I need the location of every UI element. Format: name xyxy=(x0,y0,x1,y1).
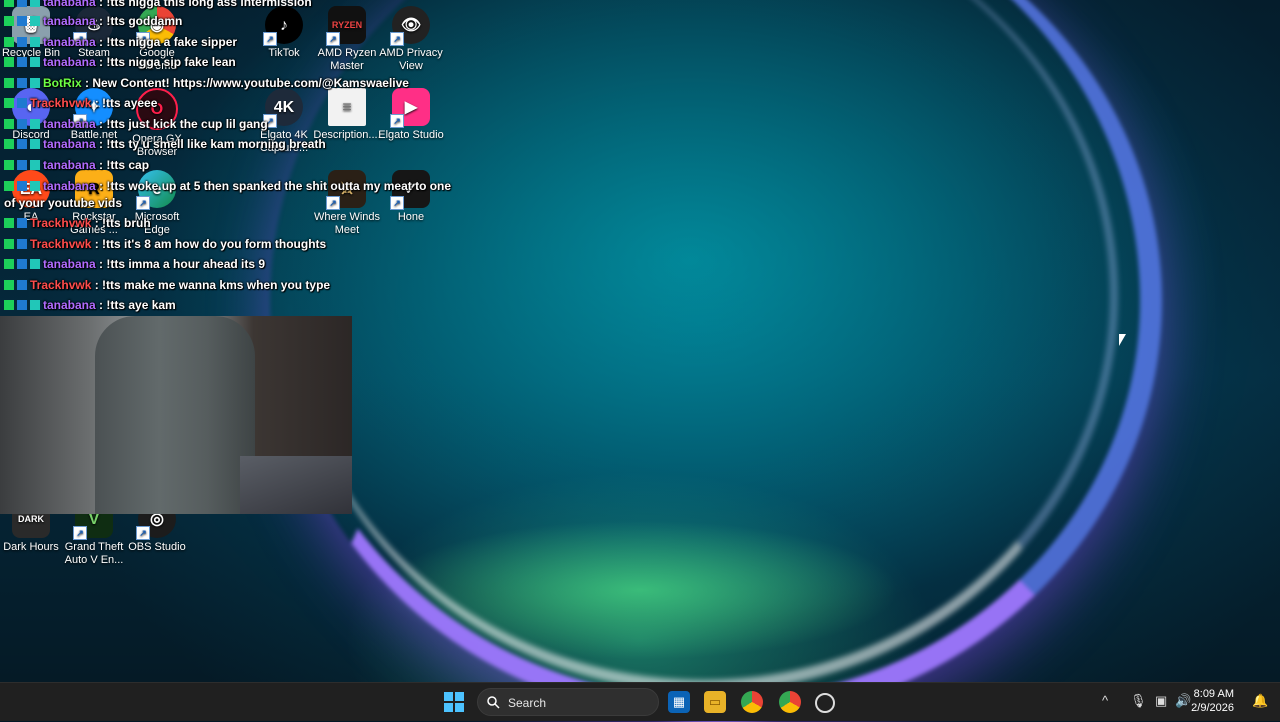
mouse-cursor xyxy=(1119,334,1126,346)
network-icon[interactable]: ▣ xyxy=(1155,693,1167,709)
clock[interactable]: 8:09 AM 2/9/2026 xyxy=(1191,687,1234,715)
chevron-up-icon[interactable]: ^ xyxy=(1102,693,1108,708)
desktop-icon-tiktok[interactable]: ♪ ↗ TikTok xyxy=(248,6,320,60)
start-button[interactable] xyxy=(443,691,465,713)
file-explorer-icon[interactable]: ▭ xyxy=(704,691,726,713)
windows-icon xyxy=(444,692,464,712)
chat-message: tanabana : !tts ty u smell like kam morn… xyxy=(4,137,326,151)
volume-icon[interactable]: 🔊 xyxy=(1175,693,1191,709)
chat-message: tanabana : !tts aye kam xyxy=(4,298,176,312)
obs-taskbar-icon[interactable] xyxy=(815,693,835,713)
webcam-person xyxy=(95,316,255,514)
chat-message: tanabana : !tts nigga a fake sipper xyxy=(4,35,237,49)
taskbar: Search ▦ ▭ ^ 🎙 ▣ 🔊 8:09 AM 2/9/2026 🔔 xyxy=(0,682,1280,721)
desktop-icon-elgato-studio[interactable]: ▶ ↗ Elgato Studio xyxy=(375,88,447,142)
tiktok-icon: ♪ ↗ xyxy=(263,6,303,46)
chat-message: tanabana : !tts nigga this long ass inte… xyxy=(4,0,312,9)
desktop-icon-description[interactable]: ≡ Description.... xyxy=(311,88,383,142)
ryzen-icon: RYZEN ↗ xyxy=(326,6,366,46)
chat-message: tanabana : !tts goddamn xyxy=(4,14,182,28)
chat-message: tanabana : !tts cap xyxy=(4,158,149,172)
microphone-icon[interactable]: 🎙 xyxy=(1130,693,1147,709)
chrome-profile-taskbar-icon[interactable] xyxy=(779,691,801,713)
privacy-view-icon: 👁 ↗ xyxy=(390,6,430,46)
chat-message: Trackhvwk : !tts make me wanna kms when … xyxy=(4,278,330,292)
chrome-taskbar-icon[interactable] xyxy=(741,691,763,713)
taskbar-search[interactable]: Search xyxy=(477,688,659,716)
elgato-4k-icon: 4K ↗ xyxy=(263,88,303,128)
chat-message: tanabana : !tts imma a hour ahead its 9 xyxy=(4,257,265,271)
chat-message: Trackhvwk : !tts it's 8 am how do you fo… xyxy=(4,237,326,251)
desktop-icon-amd-privacy-view[interactable]: 👁 ↗ AMD Privacy View xyxy=(375,6,447,73)
desktop-icon-amd-ryzen-master[interactable]: RYZEN ↗ AMD Ryzen Master xyxy=(311,6,383,73)
document-icon: ≡ xyxy=(328,88,366,126)
chat-message-continuation: of your youtube vids xyxy=(4,196,123,210)
chat-message: Trackhvwk : !tts bruh xyxy=(4,216,151,230)
notification-icon[interactable]: 🔔 xyxy=(1252,693,1268,709)
chat-message: tanabana : !tts nigga sip fake lean xyxy=(4,55,236,69)
search-icon xyxy=(487,696,500,709)
webcam-overlay xyxy=(0,316,352,514)
chat-message: BotRix : New Content! https://www.youtub… xyxy=(4,76,409,90)
chat-message: Trackhvwk : !tts ayeee xyxy=(4,96,157,110)
chat-message: tanabana : !tts just kick the cup lil ga… xyxy=(4,117,268,131)
elgato-studio-icon: ▶ ↗ xyxy=(390,88,430,128)
webcam-background-bed xyxy=(240,456,352,514)
microsoft-store-icon[interactable]: ▦ xyxy=(668,691,690,713)
chat-message: tanabana : !tts woke up at 5 then spanke… xyxy=(4,179,451,193)
